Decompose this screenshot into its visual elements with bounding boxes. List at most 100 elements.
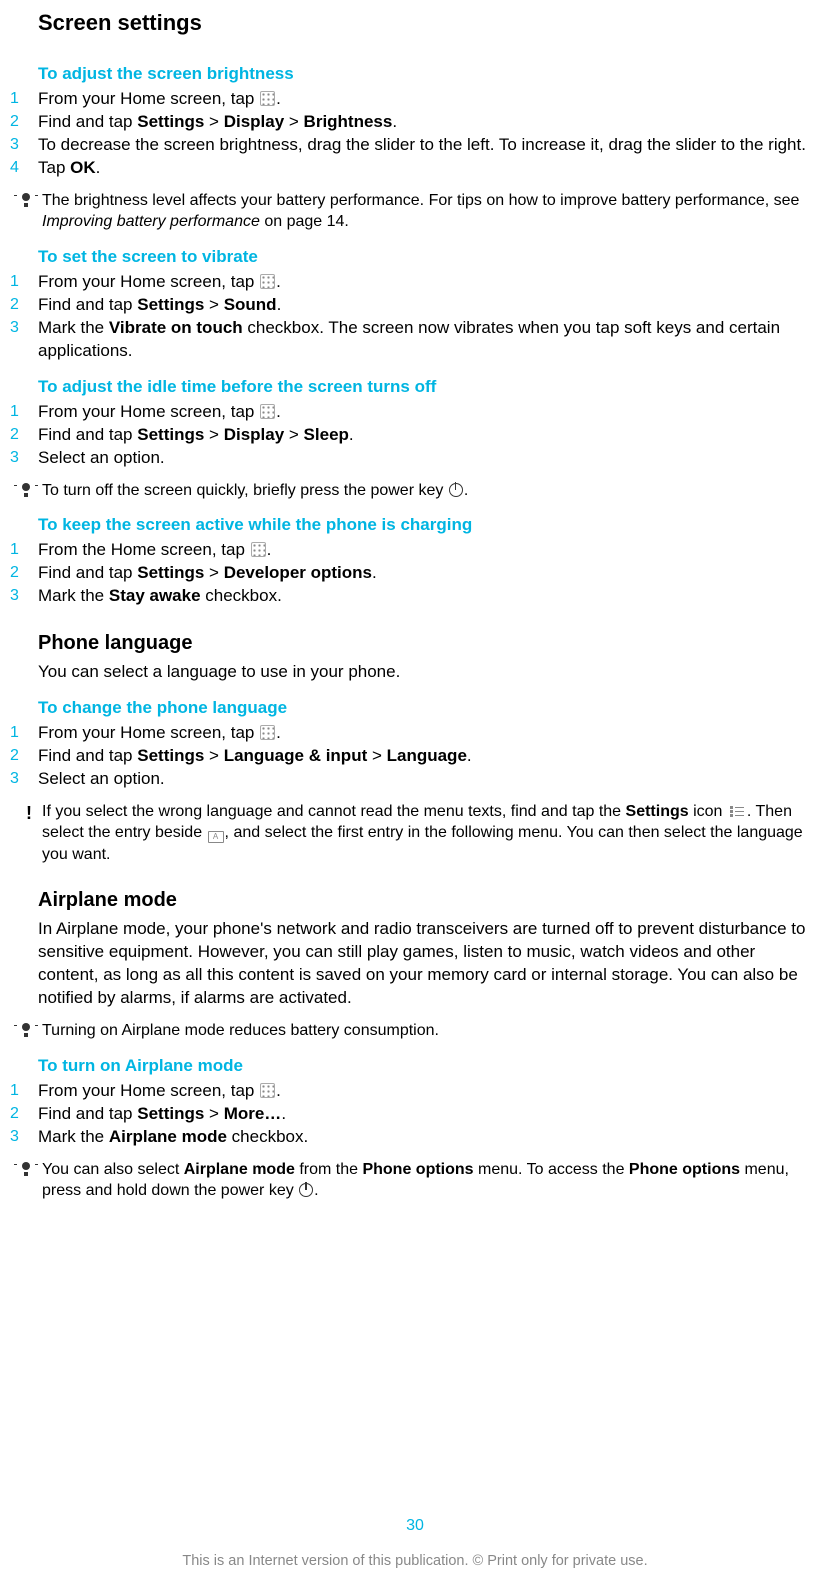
steps-list: 1From the Home screen, tap .2Find and ta… <box>10 539 820 608</box>
step-number: 3 <box>10 1126 38 1148</box>
step: 1From the Home screen, tap . <box>10 539 820 562</box>
footer-text: This is an Internet version of this publ… <box>0 1553 830 1569</box>
step: 3To decrease the screen brightness, drag… <box>10 134 820 157</box>
step-text: From the Home screen, tap . <box>38 539 820 562</box>
sub-heading: To turn on Airplane mode <box>38 1056 820 1076</box>
step-number: 2 <box>10 745 38 767</box>
step-number: 1 <box>10 401 38 423</box>
tip-row: The brightness level affects your batter… <box>10 190 820 233</box>
step-number: 2 <box>10 294 38 316</box>
step-number: 2 <box>10 562 38 584</box>
apps-icon <box>260 274 275 289</box>
step-text: From your Home screen, tap . <box>38 271 820 294</box>
step-text: Find and tap Settings > Developer option… <box>38 562 820 585</box>
step: 1From your Home screen, tap . <box>10 722 820 745</box>
step-text: From your Home screen, tap . <box>38 1080 820 1103</box>
step-text: To decrease the screen brightness, drag … <box>38 134 820 157</box>
keyboard-icon: A <box>208 831 224 843</box>
step-number: 1 <box>10 539 38 561</box>
step-number: 3 <box>10 768 38 790</box>
step-number: 3 <box>10 585 38 607</box>
tip-row: To turn off the screen quickly, briefly … <box>10 480 820 502</box>
step: 3Select an option. <box>10 768 820 791</box>
step-number: 2 <box>10 111 38 133</box>
step-text: Find and tap Settings > Display > Sleep. <box>38 424 820 447</box>
step: 1From your Home screen, tap . <box>10 271 820 294</box>
step: 2Find and tap Settings > Display > Sleep… <box>10 424 820 447</box>
lightbulb-icon <box>20 1162 32 1176</box>
section-desc: You can select a language to use in your… <box>38 661 820 684</box>
section-desc: In Airplane mode, your phone's network a… <box>38 918 820 1010</box>
sub-heading: To adjust the idle time before the scree… <box>38 377 820 397</box>
step-text: Mark the Vibrate on touch checkbox. The … <box>38 317 820 363</box>
step-text: From your Home screen, tap . <box>38 401 820 424</box>
sub-heading: To keep the screen active while the phon… <box>38 515 820 535</box>
section-title-phone-language: Phone language <box>38 632 820 655</box>
lightbulb-icon <box>20 193 32 207</box>
steps-list: 1From your Home screen, tap .2Find and t… <box>10 401 820 470</box>
tip-icon-wrapper <box>10 1159 42 1176</box>
step: 2Find and tap Settings > More…. <box>10 1103 820 1126</box>
step: 2Find and tap Settings > Sound. <box>10 294 820 317</box>
apps-icon <box>251 542 266 557</box>
step-number: 2 <box>10 1103 38 1125</box>
tip-text: If you select the wrong language and can… <box>42 801 820 866</box>
step: 2Find and tap Settings > Developer optio… <box>10 562 820 585</box>
step: 1From your Home screen, tap . <box>10 401 820 424</box>
step: 4Tap OK. <box>10 157 820 180</box>
steps-list: 1From your Home screen, tap .2Find and t… <box>10 88 820 180</box>
step-text: Mark the Stay awake checkbox. <box>38 585 820 608</box>
step: 1From your Home screen, tap . <box>10 1080 820 1103</box>
page-title: Screen settings <box>38 10 820 36</box>
sub-heading: To change the phone language <box>38 698 820 718</box>
section-title-airplane: Airplane mode <box>38 889 820 912</box>
step: 1From your Home screen, tap . <box>10 88 820 111</box>
step-number: 1 <box>10 1080 38 1102</box>
step-text: Select an option. <box>38 447 820 470</box>
tip-text: The brightness level affects your batter… <box>42 190 820 233</box>
phone-language-section: Phone language You can select a language… <box>10 632 820 866</box>
step-number: 2 <box>10 424 38 446</box>
step-text: Find and tap Settings > Sound. <box>38 294 820 317</box>
settings-slider-icon <box>728 804 746 818</box>
page-number: 30 <box>0 1517 830 1535</box>
step: 3Mark the Airplane mode checkbox. <box>10 1126 820 1149</box>
step: 3Select an option. <box>10 447 820 470</box>
step: 2Find and tap Settings > Language & inpu… <box>10 745 820 768</box>
step-number: 3 <box>10 134 38 156</box>
steps-list: 1From your Home screen, tap .2Find and t… <box>10 271 820 363</box>
step-number: 1 <box>10 722 38 744</box>
tip-text: To turn off the screen quickly, briefly … <box>42 480 820 502</box>
tip-icon-wrapper <box>10 190 42 207</box>
lightbulb-icon <box>20 483 32 497</box>
tip-text: Turning on Airplane mode reduces battery… <box>42 1020 820 1042</box>
apps-icon <box>260 404 275 419</box>
step-number: 1 <box>10 88 38 110</box>
lightbulb-icon <box>20 1023 32 1037</box>
step-text: Mark the Airplane mode checkbox. <box>38 1126 820 1149</box>
step-text: From your Home screen, tap . <box>38 722 820 745</box>
airplane-mode-section: Airplane mode In Airplane mode, your pho… <box>10 889 820 1201</box>
step: 3Mark the Vibrate on touch checkbox. The… <box>10 317 820 363</box>
step-text: Tap OK. <box>38 157 820 180</box>
step-text: Find and tap Settings > Display > Bright… <box>38 111 820 134</box>
power-icon <box>449 483 463 497</box>
apps-icon <box>260 1083 275 1098</box>
step-text: Find and tap Settings > Language & input… <box>38 745 820 768</box>
step-number: 3 <box>10 317 38 339</box>
apps-icon <box>260 91 275 106</box>
apps-icon <box>260 725 275 740</box>
sub-heading: To set the screen to vibrate <box>38 247 820 267</box>
step-text: From your Home screen, tap . <box>38 88 820 111</box>
step-text: Select an option. <box>38 768 820 791</box>
tip-icon-wrapper <box>10 1020 42 1037</box>
step-text: Find and tap Settings > More…. <box>38 1103 820 1126</box>
tip-icon-wrapper <box>10 480 42 497</box>
sub-heading: To adjust the screen brightness <box>38 64 820 84</box>
tip-icon-wrapper: ! <box>10 801 42 822</box>
step: 2Find and tap Settings > Display > Brigh… <box>10 111 820 134</box>
step-number: 3 <box>10 447 38 469</box>
power-icon <box>299 1183 313 1197</box>
step-number: 1 <box>10 271 38 293</box>
tip-text: You can also select Airplane mode from t… <box>42 1159 820 1202</box>
